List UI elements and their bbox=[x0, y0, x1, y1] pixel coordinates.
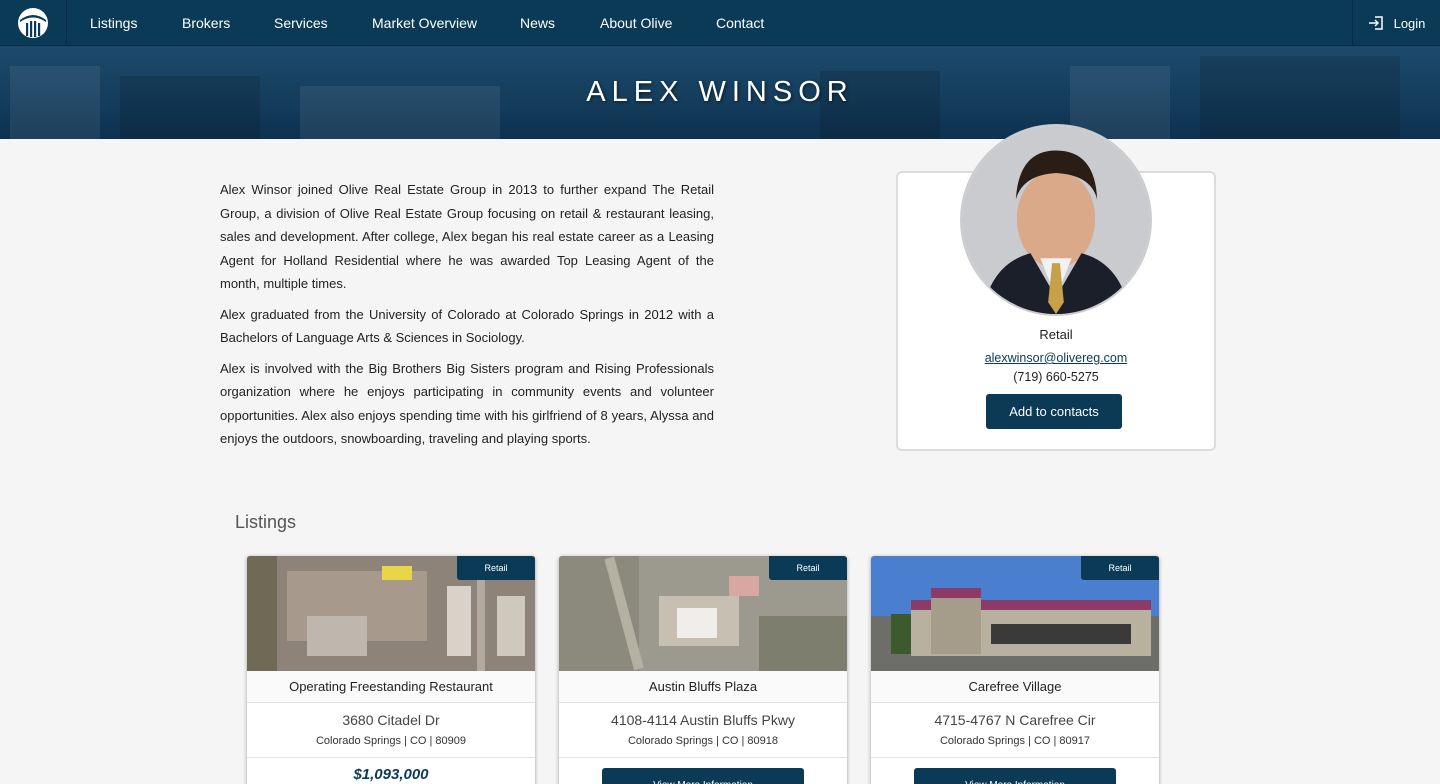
nav-news[interactable]: News bbox=[520, 0, 555, 46]
listing-name[interactable]: Austin Bluffs Plaza bbox=[559, 671, 847, 703]
category-tag: Retail bbox=[769, 556, 847, 580]
nav-services[interactable]: Services bbox=[274, 0, 328, 46]
listing-card[interactable]: Retail Operating Freestanding Restaurant… bbox=[247, 556, 535, 784]
hero-banner: ALEX WINSOR bbox=[0, 46, 1440, 139]
listing-price: $1,093,000 bbox=[353, 766, 429, 783]
nav-brokers[interactable]: Brokers bbox=[182, 0, 230, 46]
page-title: ALEX WINSOR bbox=[586, 76, 854, 108]
view-more-button[interactable]: View More Information bbox=[602, 768, 804, 784]
olive-logo-icon[interactable] bbox=[0, 0, 67, 46]
nav-contact[interactable]: Contact bbox=[716, 0, 764, 46]
listing-name[interactable]: Carefree Village bbox=[871, 671, 1159, 703]
bio-paragraph: Alex graduated from the University of Co… bbox=[220, 306, 714, 346]
avatar bbox=[960, 124, 1152, 316]
nav-market-overview[interactable]: Market Overview bbox=[372, 0, 477, 46]
nav-about-olive[interactable]: About Olive bbox=[600, 0, 672, 46]
login-label: Login bbox=[1393, 15, 1426, 31]
listing-card[interactable]: Retail Austin Bluffs Plaza 4108-4114 Aus… bbox=[559, 556, 847, 784]
add-to-contacts-button[interactable]: Add to contacts bbox=[986, 394, 1122, 429]
phone-number: (719) 660-5275 bbox=[1013, 370, 1099, 384]
listing-name[interactable]: Operating Freestanding Restaurant bbox=[247, 671, 535, 703]
department-label: Retail bbox=[1039, 327, 1073, 342]
category-tag: Retail bbox=[457, 556, 535, 580]
listings-heading: Listings bbox=[235, 512, 297, 532]
listing-address: 4715-4767 N Carefree Cir bbox=[934, 712, 1096, 728]
listing-address: 3680 Citadel Dr bbox=[342, 712, 440, 728]
category-tag: Retail bbox=[1081, 556, 1159, 580]
listing-city: Colorado Springs | CO | 80917 bbox=[939, 735, 1091, 747]
listing-city: Colorado Springs | CO | 80918 bbox=[627, 735, 779, 747]
listing-address: 4108-4114 Austin Bluffs Pkwy bbox=[611, 712, 795, 728]
top-navigation: Listings Brokers Services Market Overvie… bbox=[0, 0, 1440, 46]
bio-paragraph: Alex Winsor joined Olive Real Estate Gro… bbox=[220, 182, 714, 291]
login-button[interactable]: Login bbox=[1352, 0, 1440, 46]
login-icon bbox=[1368, 16, 1383, 30]
nav-listings[interactable]: Listings bbox=[90, 0, 137, 46]
bio-paragraph: Alex is involved with the Big Brothers B… bbox=[220, 360, 714, 447]
email-link[interactable]: alexwinsor@olivereg.com bbox=[896, 351, 1216, 365]
listing-city: Colorado Springs | CO | 80909 bbox=[315, 735, 467, 747]
listing-card[interactable]: Retail Carefree Village 4715-4767 N Care… bbox=[871, 556, 1159, 784]
view-more-button[interactable]: View More Information bbox=[914, 768, 1116, 784]
broker-bio: Alex Winsor joined Olive Real Estate Gro… bbox=[220, 178, 714, 458]
